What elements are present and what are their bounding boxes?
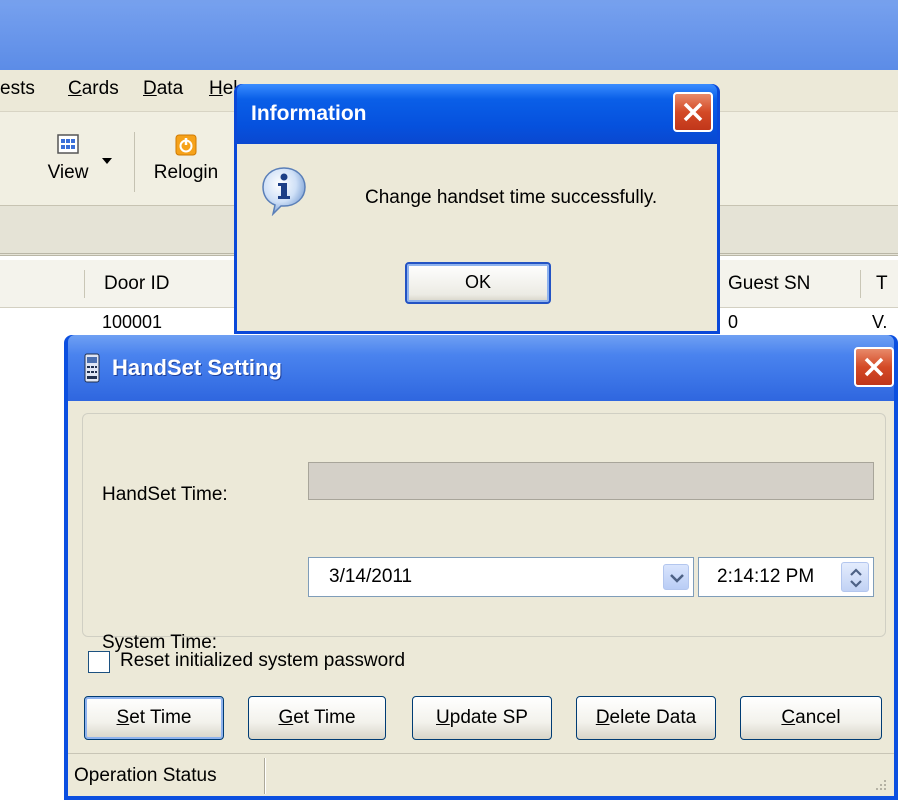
resize-grip-icon[interactable] xyxy=(872,776,888,792)
cell-guest-sn[interactable]: 0 xyxy=(728,312,738,333)
column-guest-sn[interactable]: Guest SN xyxy=(728,273,810,295)
handset-dialog-titlebar[interactable]: HandSet Setting xyxy=(68,335,894,401)
menu-guests[interactable]: ests xyxy=(0,78,35,100)
information-dialog-title: Information xyxy=(251,102,367,125)
system-time-picker[interactable]: 2:14:12 PM xyxy=(698,557,874,597)
info-icon xyxy=(262,167,306,216)
label-rest: pdate SP xyxy=(449,707,528,728)
menu-data-mnemonic: D xyxy=(143,78,157,99)
cancel-button[interactable]: Cancel xyxy=(740,696,882,740)
date-dropdown-button[interactable] xyxy=(663,564,689,590)
mnemonic-letter: S xyxy=(116,707,130,728)
label-rest: elete Data xyxy=(609,707,697,728)
update-sp-button[interactable]: Update SP xyxy=(412,696,552,740)
information-dialog-body: Change handset time successfully. OK xyxy=(237,144,717,331)
set-time-label: Set Time xyxy=(117,707,192,728)
view-dropdown-arrow-icon[interactable] xyxy=(102,158,112,164)
view-label: View xyxy=(47,162,89,183)
relogin-button[interactable]: Relogin xyxy=(146,130,226,200)
handset-setting-dialog: HandSet Setting HandSet Time: System Tim… xyxy=(64,335,898,800)
status-separator xyxy=(264,758,266,794)
system-date-value: 3/14/2011 xyxy=(329,566,413,587)
close-icon xyxy=(683,102,703,122)
label-rest: et Time xyxy=(293,707,356,728)
system-time-value: 2:14:12 PM xyxy=(717,566,815,587)
menu-cards-rest: ards xyxy=(81,78,119,99)
delete-data-label: Delete Data xyxy=(596,707,696,728)
close-icon xyxy=(864,357,884,377)
menu-cards-mnemonic: C xyxy=(68,78,82,99)
reset-password-checkbox[interactable] xyxy=(88,651,110,673)
set-time-button[interactable]: Set Time xyxy=(84,696,224,740)
column-divider[interactable] xyxy=(860,270,861,298)
menu-data-rest: ata xyxy=(156,78,184,99)
time-group xyxy=(82,413,886,637)
status-bar: Operation Status xyxy=(68,753,894,796)
mnemonic-letter: G xyxy=(278,707,294,728)
menu-cards[interactable]: Cards xyxy=(68,78,119,100)
handset-dialog-title: HandSet Setting xyxy=(112,355,282,380)
operation-status-text: Operation Status xyxy=(74,765,217,786)
app-titlebar-tint xyxy=(0,0,898,70)
information-close-button[interactable] xyxy=(673,92,713,132)
column-divider[interactable] xyxy=(84,270,85,298)
reset-password-label[interactable]: Reset initialized system password xyxy=(120,650,405,672)
spin-up-down-icon xyxy=(850,568,862,588)
mnemonic-letter: U xyxy=(436,707,450,728)
view-button[interactable]: View xyxy=(28,130,108,200)
handset-close-button[interactable] xyxy=(854,347,894,387)
get-time-label: Get Time xyxy=(278,707,355,728)
chevron-down-icon xyxy=(670,574,684,583)
delete-data-button[interactable]: Delete Data xyxy=(576,696,716,740)
column-t[interactable]: T xyxy=(876,273,888,295)
handset-time-field[interactable] xyxy=(308,462,874,500)
update-sp-label: Update SP xyxy=(436,707,528,728)
menu-help-mnemonic: H xyxy=(209,78,223,99)
toolbar-separator xyxy=(134,132,135,192)
handset-time-label: HandSet Time: xyxy=(102,484,228,505)
handset-dialog-body: HandSet Time: System Time: 3/14/2011 2:1… xyxy=(68,401,894,796)
label-rest: ancel xyxy=(795,707,841,728)
mnemonic-letter: C xyxy=(781,707,796,728)
menu-data[interactable]: Data xyxy=(143,78,183,100)
relogin-label: Relogin xyxy=(153,162,219,183)
information-dialog-titlebar[interactable]: Information xyxy=(237,84,717,144)
view-grid-icon xyxy=(57,134,79,154)
cell-t[interactable]: V. xyxy=(872,312,887,333)
power-icon xyxy=(175,134,197,156)
ok-label: OK xyxy=(464,272,491,292)
time-spinner[interactable] xyxy=(841,562,869,592)
label-rest: et Time xyxy=(129,707,192,728)
information-message: Change handset time successfully. xyxy=(365,187,658,208)
column-door-id[interactable]: Door ID xyxy=(104,273,169,295)
system-date-picker[interactable]: 3/14/2011 xyxy=(308,557,694,597)
cell-door-id[interactable]: 100001 xyxy=(102,312,162,333)
mnemonic-letter: D xyxy=(595,707,610,728)
ok-button[interactable]: OK xyxy=(405,262,551,304)
information-dialog: Information Change handset time successf… xyxy=(234,84,720,334)
get-time-button[interactable]: Get Time xyxy=(248,696,386,740)
cancel-label: Cancel xyxy=(781,707,840,728)
handset-icon xyxy=(84,353,100,383)
